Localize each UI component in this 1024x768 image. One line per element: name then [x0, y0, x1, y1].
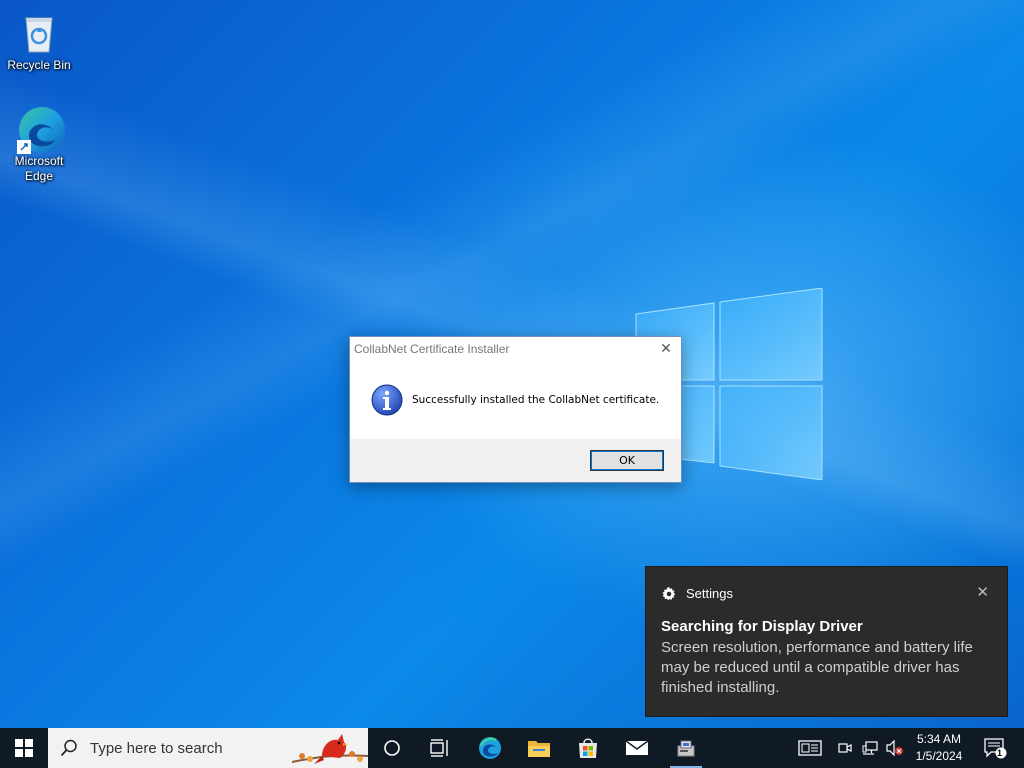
clock-date: 1/5/2024: [915, 749, 963, 763]
meet-now-button[interactable]: [836, 728, 854, 768]
file-explorer-button[interactable]: [519, 728, 559, 768]
windows-start-icon: [15, 739, 33, 757]
installer-app-icon: [677, 740, 695, 757]
dialog-footer: OK: [350, 439, 681, 482]
network-button[interactable]: [860, 728, 880, 768]
dialog-titlebar[interactable]: CollabNet Certificate Installer ✕: [350, 337, 681, 361]
info-icon: [371, 384, 403, 416]
volume-muted-icon: [886, 740, 903, 756]
notification-icon: [984, 738, 1007, 759]
cardinal-search-highlight-icon: [292, 734, 368, 764]
dialog-body: Successfully installed the CollabNet cer…: [350, 361, 681, 438]
cortana-button[interactable]: [372, 728, 412, 768]
search-placeholder: Type here to search: [90, 739, 223, 757]
toast-heading: Searching for Display Driver: [661, 618, 863, 635]
news-icon: [798, 740, 822, 756]
toast-app-name: Settings: [686, 586, 733, 601]
desktop-icon-label: Microsoft Edge: [14, 154, 64, 183]
volume-button[interactable]: [884, 728, 906, 768]
toast-body: Screen resolution, performance and batte…: [661, 639, 973, 696]
store-button[interactable]: [568, 728, 608, 768]
gear-icon: [662, 586, 676, 600]
task-view-button[interactable]: [420, 728, 460, 768]
recycle-bin-icon: [15, 8, 63, 56]
network-icon: [862, 741, 878, 755]
installer-app-button[interactable]: [666, 728, 706, 768]
desktop-icon-label: Recycle Bin: [7, 58, 71, 72]
desktop-icon-recycle-bin[interactable]: Recycle Bin: [4, 8, 74, 73]
close-icon: ✕: [660, 341, 672, 357]
notification-count-badge: 1: [997, 748, 1003, 758]
news-widget-button[interactable]: [796, 728, 824, 768]
clock[interactable]: 5:34 AM 1/5/2024: [912, 731, 966, 765]
dialog-message: Successfully installed the CollabNet cer…: [412, 394, 660, 406]
dialog-close-button[interactable]: ✕: [651, 337, 681, 361]
toast-app-header: Settings: [662, 586, 733, 601]
edge-icon: [15, 104, 65, 154]
mail-icon: [625, 740, 649, 755]
toast-close-icon[interactable]: ✕: [976, 583, 989, 601]
taskbar-search-box[interactable]: Type here to search: [48, 728, 368, 768]
desktop-icon-microsoft-edge[interactable]: Microsoft Edge: [4, 104, 74, 184]
certificate-installer-dialog: CollabNet Certificate Installer ✕ Succes…: [349, 336, 682, 483]
taskbar: Type here to search 5:34 AM 1/5/2024 1: [0, 728, 1024, 768]
action-center-button[interactable]: 1: [978, 728, 1012, 768]
cortana-icon: [384, 740, 400, 756]
notification-toast[interactable]: Settings ✕ Searching for Display Driver …: [645, 566, 1008, 717]
ok-button[interactable]: OK: [590, 450, 664, 471]
dialog-title: CollabNet Certificate Installer: [354, 342, 510, 356]
store-icon: [579, 738, 597, 758]
clock-time: 5:34 AM: [916, 732, 962, 746]
search-icon: [60, 739, 77, 757]
taskbar-edge-button[interactable]: [470, 728, 510, 768]
camera-icon: [838, 743, 852, 753]
mail-button[interactable]: [617, 728, 657, 768]
start-button[interactable]: [0, 728, 48, 768]
task-view-icon: [430, 739, 448, 757]
file-explorer-icon: [528, 741, 550, 757]
edge-icon: [479, 737, 501, 759]
